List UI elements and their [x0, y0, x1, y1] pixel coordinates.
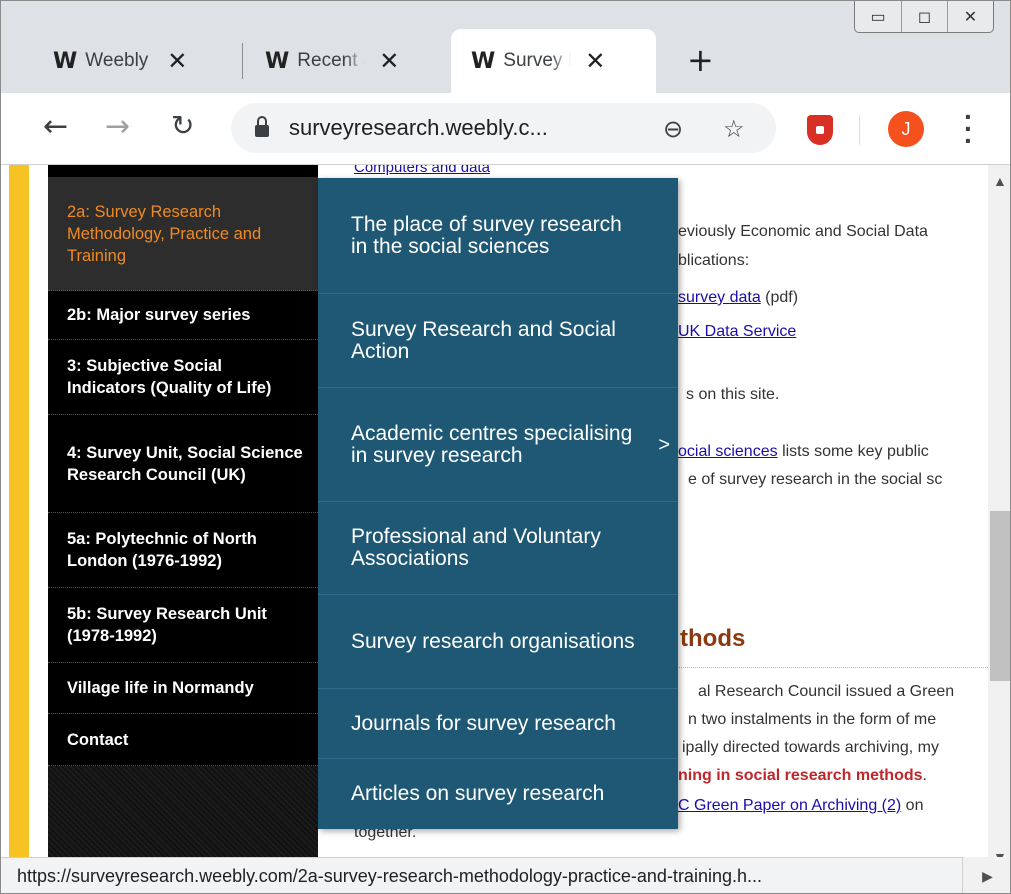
article-line: C Green Paper on Archiving (2) on: [678, 797, 923, 815]
profile-avatar[interactable]: J: [888, 111, 924, 147]
maximize-icon[interactable]: ◻: [901, 1, 947, 32]
left-accent-bar: [9, 165, 29, 893]
vertical-scrollbar[interactable]: ▲ ▼: [988, 165, 1010, 871]
menu-item-label: Professional and Voluntary Associations: [351, 525, 601, 570]
article-line: ning in social research methods.: [678, 767, 927, 785]
tab-divider: [242, 43, 243, 79]
sidebar-item-5a[interactable]: 5a: Polytechnic of North London (1976-19…: [48, 513, 318, 588]
sidebar-item-2b[interactable]: 2b: Major survey series: [48, 291, 318, 340]
sidebar-top: [48, 165, 318, 177]
submenu-arrow-icon: >: [658, 433, 670, 456]
scrollbar-thumb[interactable]: [990, 511, 1010, 681]
sidebar-item-3[interactable]: 3: Subjective Social Indicators (Quality…: [48, 340, 318, 415]
link-uk-data-service[interactable]: UK Data Service: [678, 323, 796, 341]
sidebar-item-village[interactable]: Village life in Normandy: [48, 663, 318, 714]
menu-item-organisations[interactable]: Survey research organisations: [318, 595, 678, 689]
url-text: surveyresearch.weebly.c...: [289, 115, 548, 140]
tab-recent[interactable]: W Recent activity ✕: [245, 29, 417, 93]
highlight-text: ning in social research methods: [678, 767, 923, 784]
close-tab-icon[interactable]: ✕: [379, 47, 399, 76]
browser-toolbar: ← → ↻ surveyresearch.weebly.c... ⊖ ☆ J ·…: [1, 93, 1010, 165]
window-controls: ▭ ◻ ✕: [854, 1, 994, 33]
reload-icon[interactable]: ↻: [171, 109, 194, 142]
tab-survey-research[interactable]: W Survey Research ✕: [451, 29, 656, 93]
article-text: n two instalments in the form of me: [688, 711, 937, 728]
menu-kebab-icon[interactable]: · · ·: [964, 103, 973, 155]
lock-icon: [255, 116, 269, 137]
article-text: .: [922, 767, 927, 784]
link-green-paper[interactable]: C Green Paper on Archiving (2): [678, 797, 901, 814]
menu-item-label: Survey research organisations: [351, 629, 635, 653]
status-bar: https://surveyresearch.weebly.com/2a-sur…: [1, 857, 963, 893]
menu-item-journals[interactable]: Journals for survey research: [318, 689, 678, 759]
article-text: ipally directed towards archiving, my: [682, 739, 939, 756]
article-text: al Research Council issued a Green: [698, 683, 955, 700]
weebly-logo-icon: W: [471, 48, 495, 74]
zoom-icon[interactable]: ⊖: [663, 115, 683, 144]
back-icon[interactable]: ←: [43, 109, 68, 144]
weebly-logo-icon: W: [53, 48, 77, 74]
minimize-icon[interactable]: ▭: [855, 1, 901, 32]
menu-item-label: Academic centres specialising in survey …: [351, 421, 633, 467]
article-text: e of survey research in the social sc: [688, 471, 943, 488]
tab-title: Recent activity: [297, 50, 365, 71]
menu-item-professional-associations[interactable]: Professional and Voluntary Associations: [318, 502, 678, 595]
shield-extension-icon[interactable]: [807, 115, 833, 145]
link-social-sciences[interactable]: ocial sciences: [678, 443, 778, 460]
menu-item-place-of-survey-research[interactable]: The place of survey research in the soci…: [318, 178, 678, 294]
article-line: ocial sciences lists some key public: [678, 443, 929, 461]
menu-item-academic-centres[interactable]: Academic centres specialising in survey …: [318, 388, 678, 502]
new-tab-button[interactable]: +: [687, 41, 714, 79]
address-bar[interactable]: surveyresearch.weebly.c... ⊖ ☆: [231, 103, 776, 153]
menu-item-label: The place of survey research in the soci…: [351, 212, 622, 258]
forward-icon[interactable]: →: [105, 109, 130, 144]
sidebar-item-contact[interactable]: Contact: [48, 714, 318, 766]
sidebar-item-5b[interactable]: 5b: Survey Research Unit (1978-1992): [48, 588, 318, 663]
menu-item-articles[interactable]: Articles on survey research: [318, 759, 678, 829]
link-survey-data[interactable]: survey data: [678, 289, 761, 306]
article-text: s on this site.: [686, 386, 780, 403]
dropdown-menu: The place of survey research in the soci…: [318, 178, 678, 829]
weebly-logo-icon: W: [265, 48, 289, 74]
bookmark-star-icon[interactable]: ☆: [723, 115, 745, 144]
pdf-label: (pdf): [765, 289, 799, 306]
sidebar-item-2a[interactable]: 2a: Survey Research Methodology, Practic…: [48, 177, 318, 291]
menu-item-label: Journals for survey research: [351, 711, 616, 735]
tab-title: Weebly: [85, 50, 149, 71]
close-tab-icon[interactable]: ✕: [585, 47, 605, 76]
page-content: Computers and data eviously Economic and…: [1, 165, 1010, 893]
tab-strip: W Weebly ✕ W Recent activity ✕ W Survey …: [1, 1, 1010, 96]
sidebar-nav: 2a: Survey Research Methodology, Practic…: [48, 165, 318, 893]
toolbar-divider: [859, 115, 860, 145]
close-tab-icon[interactable]: ✕: [167, 47, 187, 76]
scroll-up-icon[interactable]: ▲: [993, 173, 1007, 189]
tab-title: Survey Research: [503, 50, 571, 71]
article-text: on: [905, 797, 924, 814]
article-text: blications:: [678, 252, 750, 269]
tab-weebly[interactable]: W Weebly ✕: [33, 29, 205, 93]
link-computers-data[interactable]: Computers and data: [354, 165, 490, 176]
menu-item-social-action[interactable]: Survey Research and Social Action: [318, 294, 678, 388]
article-line: survey data (pdf): [678, 289, 798, 307]
section-heading: thods: [680, 625, 746, 652]
menu-item-label: Survey Research and Social Action: [351, 317, 616, 363]
article-text: lists some key public: [782, 443, 929, 460]
article-text: eviously Economic and Social Data: [678, 223, 928, 240]
sidebar-item-4[interactable]: 4: Survey Unit, Social Science Research …: [48, 415, 318, 513]
menu-item-label: Articles on survey research: [351, 782, 605, 805]
scroll-right-icon[interactable]: ▶: [963, 857, 1010, 893]
browser-window: W Weebly ✕ W Recent activity ✕ W Survey …: [0, 0, 1011, 894]
close-window-icon[interactable]: ✕: [947, 1, 993, 32]
